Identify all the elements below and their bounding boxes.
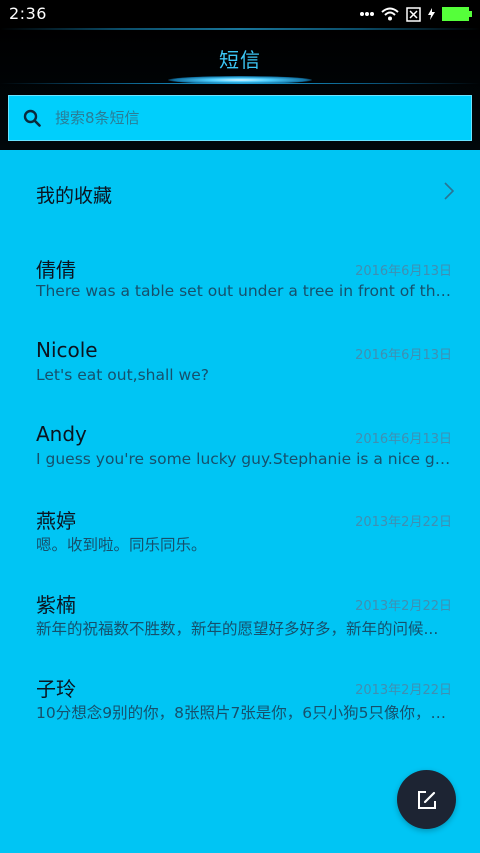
favorites-item[interactable]: 我的收藏	[0, 150, 480, 234]
message-item[interactable]: 紫楠 2013年2月22日 新年的祝福数不胜数，新年的愿望好多好多，新年的问候.…	[0, 569, 480, 653]
compose-button[interactable]	[397, 770, 456, 829]
contact-name: Andy	[36, 422, 87, 446]
battery-icon	[442, 7, 472, 21]
contact-name: 子玲	[36, 677, 76, 701]
message-date: 2016年6月13日	[355, 348, 452, 363]
message-date: 2016年6月13日	[355, 432, 452, 447]
message-item[interactable]: 子玲 2013年2月22日 10分想念9别的你，8张照片7张是你，6只小狗5只像…	[0, 653, 480, 737]
search-icon	[9, 95, 55, 141]
message-item[interactable]: 倩倩 2016年6月13日 There was a table set out …	[0, 234, 480, 318]
status-bar: 2:36	[0, 0, 480, 28]
favorites-label: 我的收藏	[36, 185, 113, 207]
wifi-icon	[381, 7, 399, 21]
compose-icon	[417, 790, 436, 809]
message-preview: There was a table set out under a tree i…	[36, 282, 452, 300]
sim-none-icon	[406, 6, 421, 22]
message-item[interactable]: 燕婷 2013年2月22日 嗯。收到啦。同乐同乐。	[0, 485, 480, 569]
message-preview: Let's eat out,shall we?	[36, 366, 209, 384]
message-date: 2013年2月22日	[355, 683, 452, 698]
message-preview: 嗯。收到啦。同乐同乐。	[36, 536, 207, 554]
contact-name: 倩倩	[36, 258, 76, 282]
search-input[interactable]	[55, 109, 455, 127]
search-bar[interactable]	[8, 95, 472, 141]
message-preview: 新年的祝福数不胜数，新年的愿望好多好多，新年的问候...	[36, 620, 439, 638]
status-time: 2:36	[9, 4, 47, 23]
message-date: 2016年6月13日	[355, 264, 452, 279]
message-item[interactable]: Nicole 2016年6月13日 Let's eat out,shall we…	[0, 318, 480, 402]
message-preview: 10分想念9别的你，8张照片7张是你，6只小狗5只像你，4...	[36, 704, 452, 722]
charging-icon	[428, 8, 435, 20]
contact-name: 紫楠	[36, 593, 76, 617]
contact-name: 燕婷	[36, 509, 76, 533]
more-dots-icon	[360, 12, 374, 16]
message-list: 我的收藏 倩倩 2016年6月13日 There was a table set…	[0, 150, 480, 853]
message-preview: I guess you're some lucky guy.Stephanie …	[36, 450, 452, 468]
chevron-right-icon	[444, 182, 454, 200]
header-top-line	[0, 28, 480, 30]
contact-name: Nicole	[36, 338, 98, 362]
page-title: 短信	[219, 48, 261, 72]
status-icons	[360, 5, 472, 23]
message-date: 2013年2月22日	[355, 515, 452, 530]
message-item[interactable]: Andy 2016年6月13日 I guess you're some luck…	[0, 402, 480, 486]
message-date: 2013年2月22日	[355, 599, 452, 614]
header-divider	[0, 83, 480, 84]
